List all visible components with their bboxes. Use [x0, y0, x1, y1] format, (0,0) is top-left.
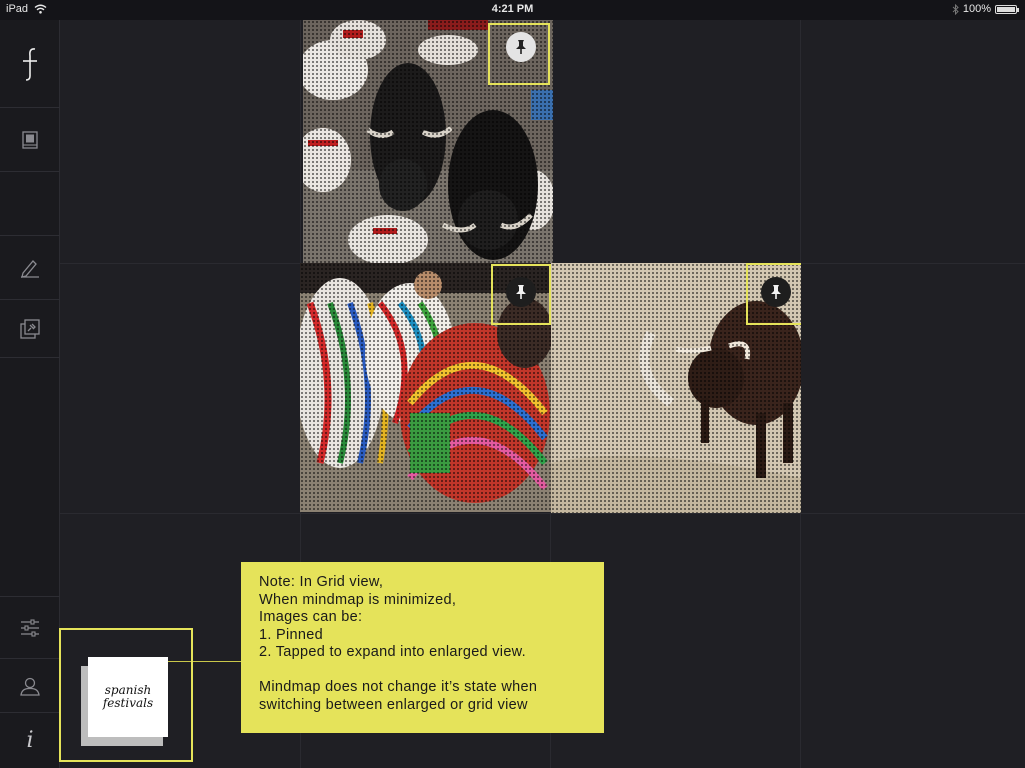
- image-tile-flamenco-dancers[interactable]: [300, 263, 551, 512]
- battery-icon: [995, 4, 1019, 14]
- pin-icon: [516, 40, 526, 54]
- status-time: 4:21 PM: [491, 3, 534, 15]
- user-icon: [20, 677, 40, 696]
- battery-percent: 100%: [962, 3, 991, 15]
- book-icon: [22, 130, 38, 149]
- pinned-stack-icon: [20, 318, 40, 339]
- pin-button[interactable]: [506, 277, 536, 307]
- status-bar: iPad 4:21 PM 100%: [0, 0, 1025, 20]
- mindmap-label-line2: festivals: [102, 696, 154, 710]
- image-tile-bull-arena[interactable]: [551, 263, 801, 513]
- sidebar: i: [0, 20, 60, 768]
- info-icon: i: [26, 728, 34, 753]
- sidebar-item-settings[interactable]: [0, 596, 60, 659]
- sidebar-item-empty: [0, 172, 60, 236]
- pencil-icon: [21, 259, 39, 278]
- status-right: 100%: [952, 3, 1019, 15]
- sidebar-item-pinned[interactable]: [0, 300, 60, 358]
- note-text: Note: In Grid view, When mindmap is mini…: [259, 574, 538, 713]
- pin-button[interactable]: [506, 32, 536, 62]
- pin-icon: [771, 285, 781, 299]
- sliders-icon: [21, 618, 39, 637]
- bluetooth-icon: [952, 3, 959, 15]
- sidebar-item-profile[interactable]: [0, 659, 60, 713]
- app-root: iPad 4:21 PM 100% i Note: In Grid view, …: [0, 0, 1025, 768]
- pin-icon: [516, 285, 526, 299]
- pin-button[interactable]: [761, 277, 791, 307]
- sidebar-item-info[interactable]: i: [0, 713, 60, 768]
- logo-icon: [23, 47, 37, 81]
- sidebar-item-logo[interactable]: [0, 20, 60, 108]
- sidebar-item-notebook[interactable]: [0, 108, 60, 172]
- minimized-mindmap[interactable]: spanish festivals: [88, 657, 168, 737]
- sidebar-item-draw[interactable]: [0, 236, 60, 300]
- image-tile-running-bulls[interactable]: [303, 20, 553, 263]
- annotation-note: Note: In Grid view, When mindmap is mini…: [241, 562, 604, 733]
- grid-line: [60, 513, 1025, 514]
